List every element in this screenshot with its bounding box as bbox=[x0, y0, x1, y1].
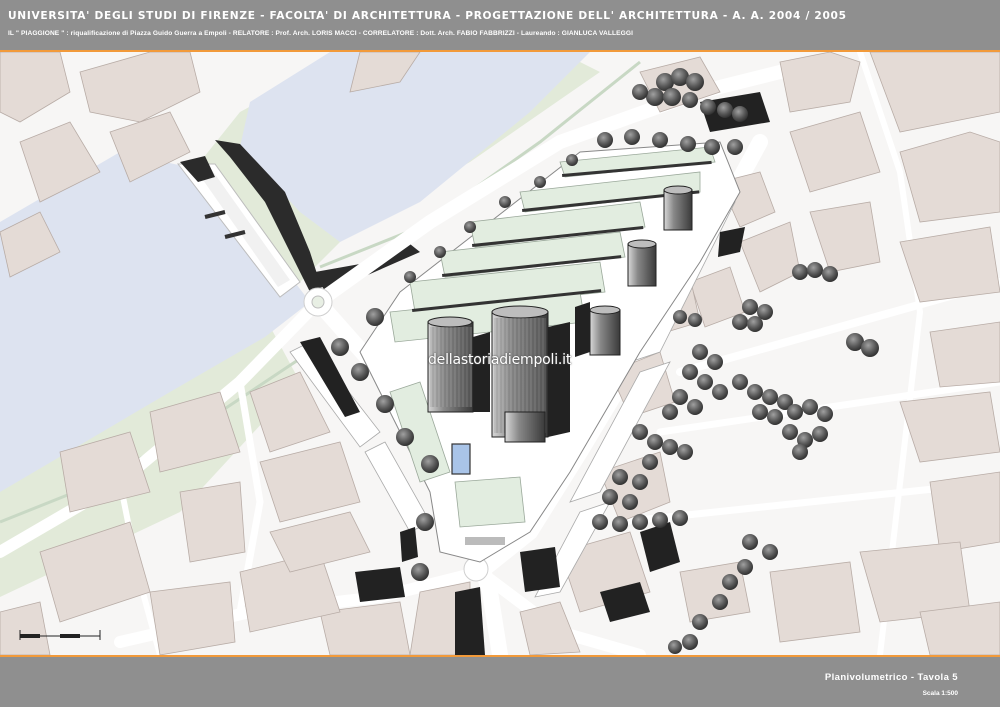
tower-ne1 bbox=[627, 239, 657, 287]
title-block-footer: Planivolumetrico - Tavola 5 Scala 1:500 bbox=[0, 657, 1000, 707]
title-block-header: UNIVERSITA' DEGLI STUDI DI FIRENZE - FAC… bbox=[0, 0, 1000, 50]
tower-ne2 bbox=[663, 185, 693, 231]
watermark-text: dellastoriadiempoli.it bbox=[428, 352, 572, 368]
subtitle-project-credits: IL " PIAGGIONE " : riqualificazione di P… bbox=[8, 30, 634, 37]
scale-label: Scala 1:500 bbox=[922, 690, 958, 697]
water-basin bbox=[451, 443, 471, 475]
title-university-line: UNIVERSITA' DEGLI STUDI DI FIRENZE - FAC… bbox=[8, 10, 847, 22]
tower-small bbox=[504, 411, 546, 443]
sheet-title: Planivolumetrico - Tavola 5 bbox=[824, 672, 958, 683]
tower-east bbox=[589, 305, 621, 356]
